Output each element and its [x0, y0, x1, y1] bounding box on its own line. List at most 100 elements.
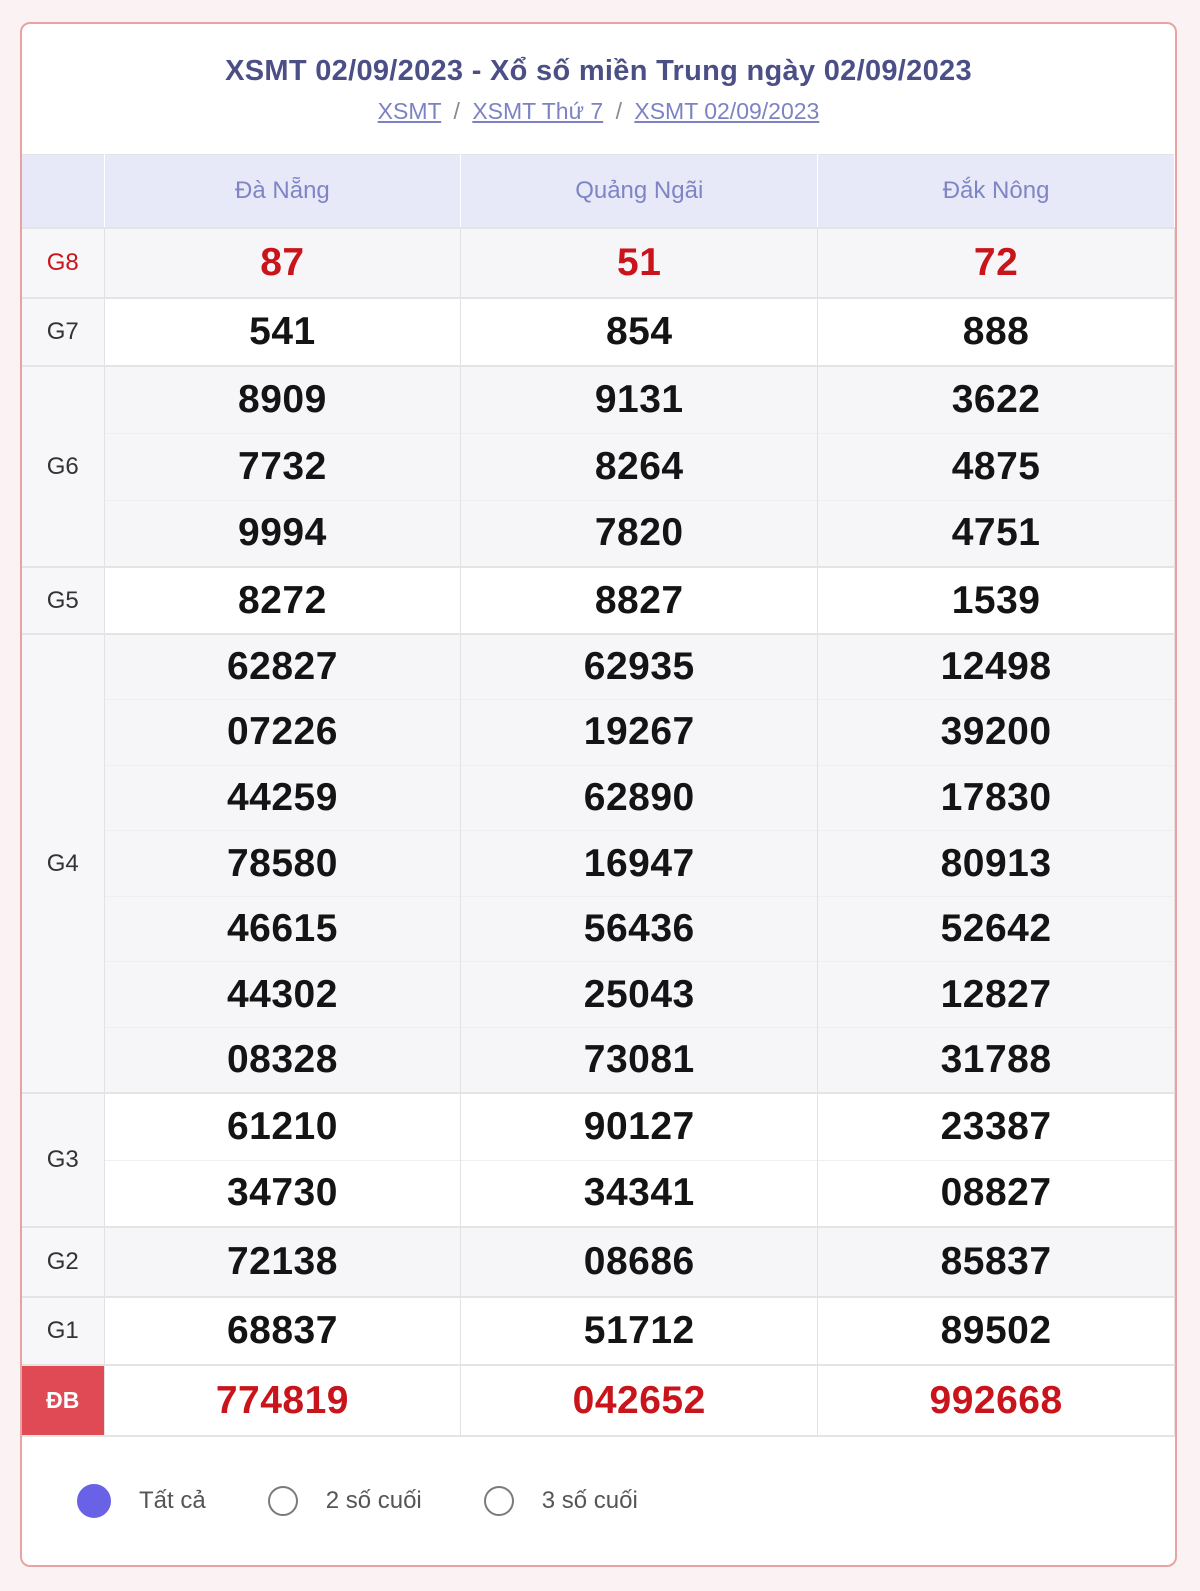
- prize-number: 25043: [460, 961, 819, 1028]
- prize-number: 4875: [817, 432, 1175, 500]
- prize-label-g8: G8: [22, 227, 105, 298]
- breadcrumb: XSMT / XSMT Thứ 7 / XSMT 02/09/2023: [22, 98, 1175, 125]
- prize-number: 12498: [817, 633, 1175, 700]
- prize-number: 90127: [460, 1092, 819, 1161]
- prize-number: 7820: [460, 499, 819, 567]
- prize-number: 56436: [460, 895, 819, 962]
- prize-number: 78580: [104, 830, 462, 897]
- prize-column-header: [22, 154, 105, 228]
- prize-number: 17830: [817, 764, 1175, 831]
- prize-number: 51712: [460, 1296, 819, 1366]
- prize-number: 1539: [817, 566, 1175, 634]
- prize-number: 46615: [104, 895, 462, 962]
- prize-number: 72: [817, 227, 1175, 298]
- prize-number: 34730: [104, 1159, 462, 1228]
- filter-option-label: 3 số cuối: [541, 1487, 638, 1514]
- province-quang-ngai[interactable]: Quảng Ngãi: [460, 154, 819, 228]
- breadcrumb-separator: /: [615, 98, 622, 124]
- prize-row-db: ĐB 774819 042652 992668: [22, 1364, 1175, 1436]
- prize-number: 19267: [460, 699, 819, 766]
- prize-row-g7: G7 541 854 888: [22, 297, 1175, 366]
- prize-label-g3: G3: [22, 1092, 105, 1228]
- prize-row-g5: G5 8272 8827 1539: [22, 566, 1175, 634]
- prize-row-g2: G2 72138 08686 85837: [22, 1226, 1175, 1298]
- prize-row-g6: 7732 8264 4875: [22, 432, 1175, 500]
- results-header: XSMT 02/09/2023 - Xổ số miền Trung ngày …: [22, 24, 1175, 154]
- digit-filter: Tất cả 2 số cuối 3 số cuối: [22, 1435, 1175, 1565]
- results-table: Đà Nẵng Quảng Ngãi Đắk Nông G8 87 51 72 G7 54…: [22, 154, 1175, 1436]
- prize-number: 16947: [460, 830, 819, 897]
- prize-number: 39200: [817, 699, 1175, 766]
- prize-row-g3: 34730 34341 08827: [22, 1159, 1175, 1228]
- breadcrumb-link-xsmt-date[interactable]: XSMT 02/09/2023: [634, 98, 819, 124]
- prize-label-g4: G4: [22, 632, 105, 1094]
- radio-selected-icon[interactable]: [77, 1484, 111, 1518]
- prize-row-g4: 78580 16947 80913: [22, 830, 1175, 897]
- prize-number: 85837: [817, 1226, 1175, 1298]
- prize-number: 68837: [104, 1296, 462, 1366]
- prize-number: 9131: [460, 365, 819, 433]
- prize-number: 62890: [460, 764, 819, 831]
- prize-row-g4: 07226 19267 39200: [22, 699, 1175, 766]
- results-body: G8 87 51 72 G7 541 854 888 G6 8909 9131 3622 7732 826…: [22, 227, 1175, 1436]
- prize-number: 87: [104, 227, 462, 298]
- prize-number: 8827: [460, 566, 819, 634]
- prize-number: 888: [817, 297, 1175, 366]
- prize-row-g4: G4 62827 62935 12498: [22, 632, 1175, 1094]
- prize-row-g4: 44302 25043 12827: [22, 961, 1175, 1028]
- radio-empty-icon[interactable]: [483, 1486, 514, 1516]
- prize-number: 7732: [104, 432, 462, 500]
- prize-number: 62935: [460, 633, 819, 700]
- prize-number: 73081: [460, 1027, 819, 1094]
- prize-number: 8264: [460, 432, 819, 500]
- prize-number: 992668: [817, 1364, 1175, 1436]
- prize-number: 44302: [104, 961, 462, 1028]
- prize-number: 08827: [817, 1159, 1175, 1228]
- prize-number: 08328: [104, 1027, 462, 1094]
- prize-number: 4751: [817, 499, 1175, 567]
- prize-number: 44259: [104, 764, 462, 831]
- prize-row-g1: G1 68837 51712 89502: [22, 1296, 1175, 1366]
- prize-number: 854: [460, 297, 819, 366]
- province-da-nang[interactable]: Đà Nẵng: [104, 154, 462, 228]
- prize-number: 72138: [104, 1226, 462, 1298]
- prize-row-g8: G8 87 51 72: [22, 227, 1175, 298]
- province-dak-nong[interactable]: Đắk Nông: [817, 154, 1175, 228]
- prize-number: 541: [104, 297, 462, 366]
- prize-label-g2: G2: [22, 1226, 105, 1298]
- prize-number: 51: [460, 227, 819, 298]
- prize-number: 07226: [104, 699, 462, 766]
- prize-number: 80913: [817, 830, 1175, 897]
- prize-number: 774819: [104, 1364, 462, 1436]
- prize-label-g6: G6: [22, 365, 105, 567]
- filter-option-last-2[interactable]: 2 số cuối: [267, 1486, 422, 1516]
- breadcrumb-link-xsmt[interactable]: XSMT: [378, 98, 441, 124]
- prize-label-g7: G7: [22, 297, 105, 366]
- filter-option-last-3[interactable]: 3 số cuối: [483, 1486, 638, 1516]
- prize-row-g4: 08328 73081 31788: [22, 1027, 1175, 1094]
- prize-number: 61210: [104, 1092, 462, 1161]
- prize-number: 23387: [817, 1092, 1175, 1161]
- radio-empty-icon[interactable]: [267, 1486, 298, 1516]
- filter-option-label: 2 số cuối: [325, 1487, 422, 1514]
- prize-label-db: ĐB: [22, 1364, 105, 1436]
- prize-row-g4: 44259 62890 17830: [22, 764, 1175, 831]
- prize-number: 08686: [460, 1226, 819, 1298]
- filter-option-all[interactable]: Tất cả: [77, 1484, 206, 1518]
- prize-number: 8272: [104, 566, 462, 634]
- prize-row-g4: 46615 56436 52642: [22, 895, 1175, 962]
- prize-number: 89502: [817, 1296, 1175, 1366]
- province-header-row: Đà Nẵng Quảng Ngãi Đắk Nông: [22, 154, 1175, 228]
- prize-number: 12827: [817, 961, 1175, 1028]
- prize-number: 31788: [817, 1027, 1175, 1094]
- prize-number: 9994: [104, 499, 462, 567]
- prize-number: 34341: [460, 1159, 819, 1228]
- breadcrumb-separator: /: [453, 98, 460, 124]
- prize-row-g3: G3 61210 90127 23387: [22, 1092, 1175, 1228]
- prize-number: 8909: [104, 365, 462, 433]
- prize-row-g6: 9994 7820 4751: [22, 499, 1175, 567]
- prize-number: 3622: [817, 365, 1175, 433]
- prize-row-g6: G6 8909 9131 3622: [22, 365, 1175, 567]
- prize-number: 52642: [817, 895, 1175, 962]
- breadcrumb-link-xsmt-thu-7[interactable]: XSMT Thứ 7: [472, 98, 603, 124]
